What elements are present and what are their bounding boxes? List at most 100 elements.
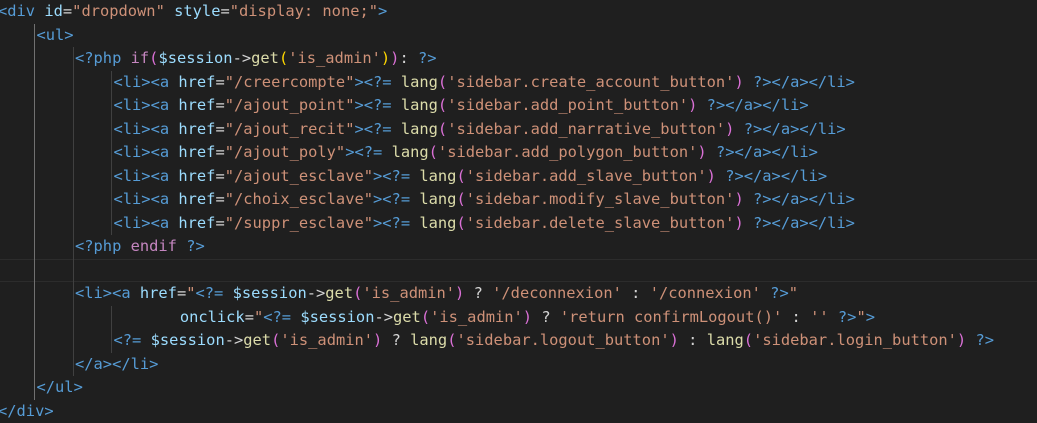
code-token-str: 'sidebar.modify_slave_button' xyxy=(466,190,735,208)
code-token-str: 'is_admin' xyxy=(430,308,523,326)
code-line[interactable]: <li><a href="<?= $session->get('is_admin… xyxy=(75,282,798,306)
code-token-brace: ( xyxy=(438,120,447,138)
code-token-tag: > xyxy=(354,73,363,91)
code-token-brace2: ( xyxy=(279,49,288,67)
code-token-punc xyxy=(165,2,174,20)
code-line[interactable]: </div> xyxy=(0,400,54,423)
code-token-punc: = xyxy=(63,2,72,20)
code-token-php: <?= xyxy=(196,284,233,302)
code-token-punc xyxy=(744,73,753,91)
code-token-punc: = xyxy=(215,190,224,208)
code-line[interactable]: <li><a href="/suppr_esclave"><?= lang('s… xyxy=(114,212,855,236)
code-line[interactable]: <li><a href="/ajout_esclave"><?= lang('s… xyxy=(114,165,828,189)
code-editor[interactable]: <div id="dropdown" style="display: none;… xyxy=(0,0,1037,422)
code-token-str: 'is_admin' xyxy=(280,331,373,349)
code-token-php: ?> xyxy=(838,308,857,326)
code-token-php: <?php xyxy=(75,49,131,67)
code-token-brace: ) xyxy=(734,214,743,232)
code-token-kw: endif xyxy=(131,237,177,255)
indent-guide xyxy=(73,47,74,376)
code-token-php: ?> xyxy=(725,167,744,185)
code-token-str: "display: none;" xyxy=(230,2,378,20)
code-token-punc: : xyxy=(782,308,810,326)
code-token-tag: </a></li> xyxy=(762,120,845,138)
code-token-tag: > xyxy=(866,308,875,326)
code-token-str: " xyxy=(186,284,195,302)
code-token-tag: <li><a xyxy=(114,214,179,232)
code-token-php: <?= xyxy=(364,96,401,114)
code-token-attr: href xyxy=(178,214,215,232)
code-token-brace: ( xyxy=(456,167,465,185)
code-token-str: " xyxy=(254,308,263,326)
code-token-str: 'is_admin' xyxy=(288,49,381,67)
code-token-fn: lang xyxy=(401,96,438,114)
code-token-attr: href xyxy=(178,96,215,114)
code-token-php: <?= xyxy=(382,190,419,208)
code-token-php: ?> xyxy=(975,331,994,349)
code-token-tag: <li><a xyxy=(114,190,179,208)
code-token-php: ?> xyxy=(716,143,735,161)
code-line[interactable]: </a></li> xyxy=(75,353,158,377)
code-token-php: <?= xyxy=(382,167,419,185)
code-line[interactable]: <div id="dropdown" style="display: none;… xyxy=(0,0,387,24)
code-token-var: $session xyxy=(158,49,232,67)
code-token-str: " xyxy=(789,284,798,302)
code-token-brace: ( xyxy=(421,308,430,326)
code-token-punc xyxy=(734,120,743,138)
code-token-brace: ( xyxy=(744,331,753,349)
code-token-brace: ( xyxy=(456,190,465,208)
code-token-var: $session xyxy=(233,284,307,302)
code-token-fn: get xyxy=(251,49,279,67)
code-token-tag: </a></li> xyxy=(744,167,827,185)
code-token-tag: <li><a xyxy=(75,284,140,302)
code-token-punc: = xyxy=(215,167,224,185)
indent-guide xyxy=(111,306,112,353)
code-token-tag: </a></li> xyxy=(772,73,855,91)
code-token-str: "/ajout_poly" xyxy=(225,143,345,161)
code-line[interactable]: <li><a href="/creercompte"><?= lang('sid… xyxy=(114,71,855,95)
code-token-brace: ( xyxy=(429,143,438,161)
code-token-str: 'sidebar.add_point_button' xyxy=(447,96,688,114)
code-token-php: ?> xyxy=(753,73,772,91)
code-line[interactable]: <li><a href="/choix_esclave"><?= lang('s… xyxy=(114,188,855,212)
current-line-highlight xyxy=(0,259,1037,283)
code-token-punc: = xyxy=(245,308,254,326)
code-token-brace: ) xyxy=(734,73,743,91)
code-token-brace2: ) xyxy=(381,49,390,67)
code-line[interactable]: <?php endif ?> xyxy=(75,235,205,259)
code-token-php: <?= xyxy=(354,143,391,161)
code-token-tag: > xyxy=(373,190,382,208)
code-token-brace: ( xyxy=(353,284,362,302)
code-line[interactable]: onclick="<?= $session->get('is_admin') ?… xyxy=(152,306,875,330)
code-line[interactable]: </ul> xyxy=(37,376,83,400)
code-token-str: "/choix_esclave" xyxy=(225,190,373,208)
code-token-str: 'sidebar.add_slave_button' xyxy=(466,167,707,185)
code-token-brace: ) xyxy=(670,331,679,349)
code-token-php: ?> xyxy=(770,284,789,302)
code-token-punc: ? xyxy=(464,284,492,302)
code-token-punc: = xyxy=(215,73,224,91)
code-token-php: <?= xyxy=(382,214,419,232)
code-token-php: ?> xyxy=(186,237,205,255)
code-line[interactable]: <li><a href="/ajout_poly"><?= lang('side… xyxy=(114,141,818,165)
code-token-attr: onclick xyxy=(180,308,245,326)
code-token-tag: > xyxy=(378,2,387,20)
code-token-punc: -> xyxy=(374,308,393,326)
code-line[interactable]: <li><a href="/ajout_recit"><?= lang('sid… xyxy=(114,118,846,142)
code-line[interactable]: <?php if($session->get('is_admin')): ?> xyxy=(75,47,437,71)
code-token-php: ?> xyxy=(707,96,726,114)
code-token-tag: </a></li> xyxy=(772,190,855,208)
code-token-brace: ( xyxy=(438,73,447,91)
code-token-fn: lang xyxy=(419,190,456,208)
code-token-attr: id xyxy=(44,2,63,20)
code-line[interactable]: <?= $session->get('is_admin') ? lang('si… xyxy=(114,329,995,353)
code-token-attr: href xyxy=(178,73,215,91)
code-line[interactable]: <ul> xyxy=(37,24,74,48)
code-token-brace: ) xyxy=(707,167,716,185)
code-line[interactable]: <li><a href="/ajout_point"><?= lang('sid… xyxy=(114,94,809,118)
code-token-tag: <li><a xyxy=(114,120,179,138)
code-token-tag: <li><a xyxy=(114,96,179,114)
code-token-php: ?> xyxy=(744,120,763,138)
code-token-var: $session xyxy=(300,308,374,326)
code-token-punc xyxy=(177,237,186,255)
